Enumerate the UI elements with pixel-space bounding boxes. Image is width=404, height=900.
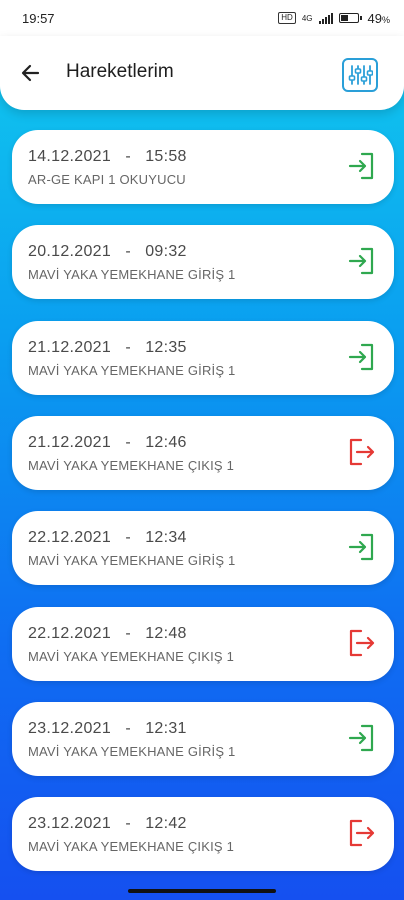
record-time: 09:32: [145, 243, 187, 261]
record-time: 12:42: [145, 815, 187, 833]
record-date: 20.12.2021: [28, 243, 112, 261]
record-date: 21.12.2021: [28, 433, 112, 451]
record-date: 21.12.2021: [28, 338, 112, 356]
record-date: 14.12.2021: [28, 148, 112, 165]
record-location: MAVİ YAKA YEMEKHANE ÇIKIŞ 1: [28, 839, 235, 855]
signal-icon: [318, 12, 333, 24]
record-separator: -: [111, 338, 146, 356]
record-time: 12:35: [145, 338, 187, 356]
status-icons: HD 4G 49%: [278, 11, 390, 26]
login-icon: [348, 343, 374, 370]
record-location: MAVİ YAKA YEMEKHANE GİRİŞ 1: [28, 362, 236, 378]
record-date: 22.12.2021: [28, 624, 112, 642]
filter-button[interactable]: [342, 58, 378, 92]
login-icon: [348, 152, 374, 180]
record-datetime: 22.12.2021 - 12:34: [28, 529, 187, 547]
movement-record-card[interactable]: 21.12.2021 - 12:35 MAVİ YAKA YEMEKHANE Gİ…: [12, 320, 394, 395]
record-datetime: 23.12.2021 - 12:31: [28, 720, 187, 738]
logout-icon: [349, 819, 375, 847]
record-datetime: 23.12.2021 - 12:42: [28, 815, 187, 833]
record-datetime: 21.12.2021 - 12:46: [28, 434, 187, 452]
status-time: 19:57: [22, 10, 55, 26]
record-time: 15:58: [145, 148, 187, 165]
record-separator: -: [111, 624, 146, 642]
volte-icon: HD: [278, 12, 296, 24]
record-datetime: 14.12.2021 - 15:58: [28, 148, 187, 166]
record-location: MAVİ YAKA YEMEKHANE GİRİŞ 1: [28, 553, 236, 569]
battery-icon: [338, 13, 362, 23]
status-bar: 19:57 HD 4G 49%: [0, 0, 404, 36]
record-location: MAVİ YAKA YEMEKHANE GİRİŞ 1: [28, 267, 236, 283]
login-icon: [348, 248, 374, 275]
record-time: 12:31: [145, 719, 187, 737]
movement-record-card[interactable]: 20.12.2021 - 09:32 MAVİ YAKA YEMEKHANE Gİ…: [12, 225, 394, 300]
sliders-icon: [348, 65, 373, 85]
record-location: MAVİ YAKA YEMEKHANE ÇIKIŞ 1: [28, 457, 235, 473]
record-time: 12:48: [145, 624, 187, 642]
arrow-left-icon: [21, 64, 40, 82]
network-label: 4G: [301, 13, 313, 23]
record-separator: -: [111, 148, 146, 165]
logout-icon: [349, 438, 375, 465]
record-location: AR-GE KAPI 1 OKUYUCU: [28, 172, 186, 187]
record-date: 22.12.2021: [28, 529, 112, 547]
home-indicator: [128, 889, 276, 893]
logout-icon: [349, 629, 375, 656]
record-location: MAVİ YAKA YEMEKHANE GİRİŞ 1: [28, 743, 236, 759]
record-location: MAVİ YAKA YEMEKHANE ÇIKIŞ 1: [28, 648, 235, 664]
movement-record-card[interactable]: 22.12.2021 - 12:34 MAVİ YAKA YEMEKHANE Gİ…: [12, 511, 394, 586]
back-button[interactable]: [18, 60, 44, 86]
login-icon: [348, 534, 374, 561]
record-datetime: 22.12.2021 - 12:48: [28, 625, 187, 643]
app-bar: Hareketlerim: [0, 36, 404, 110]
record-separator: -: [111, 719, 146, 737]
record-date: 23.12.2021: [28, 719, 112, 737]
record-datetime: 21.12.2021 - 12:35: [28, 339, 187, 357]
movement-record-card[interactable]: 22.12.2021 - 12:48 MAVİ YAKA YEMEKHANE ÇI…: [12, 606, 394, 681]
page-title: Hareketlerim: [66, 61, 174, 82]
movement-record-card[interactable]: 21.12.2021 - 12:46 MAVİ YAKA YEMEKHANE ÇI…: [12, 415, 394, 490]
record-separator: -: [111, 243, 146, 261]
record-separator: -: [111, 529, 146, 547]
record-separator: -: [111, 433, 146, 451]
movement-record-card[interactable]: 23.12.2021 - 12:42 MAVİ YAKA YEMEKHANE ÇI…: [12, 797, 394, 872]
record-separator: -: [111, 815, 146, 833]
movement-record-card[interactable]: 23.12.2021 - 12:31 MAVİ YAKA YEMEKHANE Gİ…: [12, 701, 394, 776]
record-time: 12:34: [145, 529, 187, 547]
record-time: 12:46: [145, 433, 187, 451]
battery-percent: 49%: [367, 10, 390, 26]
login-icon: [348, 724, 374, 751]
record-datetime: 20.12.2021 - 09:32: [28, 243, 187, 261]
movement-record-card[interactable]: 14.12.2021 - 15:58 AR-GE KAPI 1 OKUYUCU: [12, 130, 394, 204]
record-date: 23.12.2021: [28, 815, 112, 833]
